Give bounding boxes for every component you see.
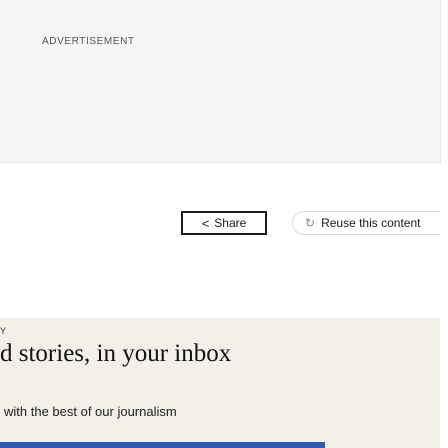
advertisement-label: ADVERTISEMENT — [42, 36, 135, 47]
share-icon: < — [201, 215, 210, 231]
reuse-content-label: Reuse this content — [321, 216, 421, 230]
newsletter-title: d stories, in your inbox — [0, 340, 232, 367]
newsletter-signup-bar[interactable] — [0, 442, 325, 448]
advertisement-slot: ADVERTISEMENT — [0, 0, 441, 163]
newsletter-kicker: Y — [0, 326, 8, 336]
newsletter-subtitle: with the best of our journalism — [4, 404, 177, 419]
newsletter-promo: Y d stories, in your inbox with the best… — [0, 318, 440, 448]
reuse-content-button[interactable]: ↻ Reuse this content — [292, 211, 440, 235]
reuse-icon: ↻ — [305, 216, 316, 230]
share-button-label: Share — [214, 216, 247, 230]
share-button[interactable]: < Share — [181, 211, 267, 235]
